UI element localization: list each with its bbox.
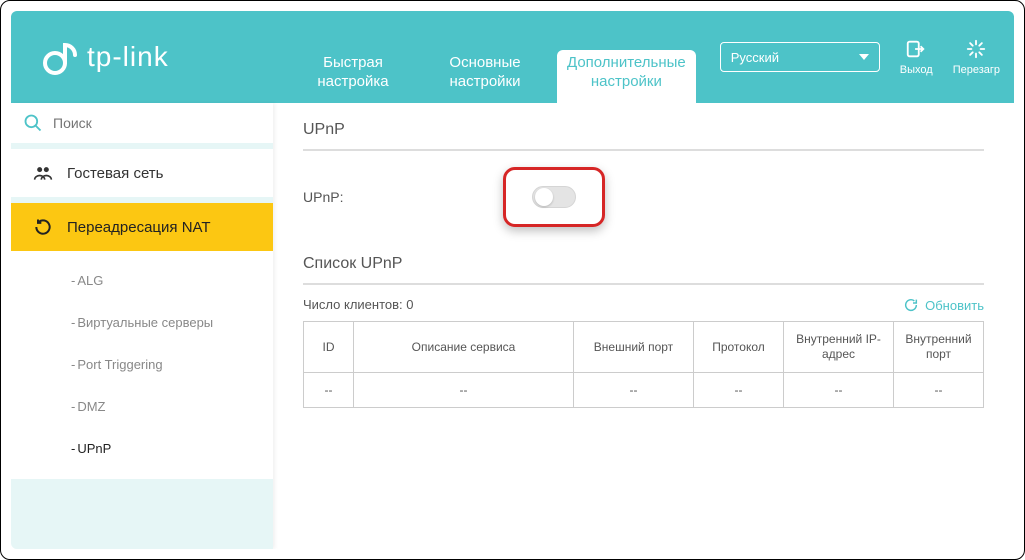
language-select[interactable]: Русский (720, 42, 880, 72)
sidebar-sub-virtual-servers[interactable]: Виртуальные серверы (11, 301, 273, 343)
col-desc: Описание сервиса (354, 322, 574, 373)
sidebar-sub-alg[interactable]: ALG (11, 259, 273, 301)
search-input[interactable] (53, 115, 261, 131)
upnp-table: ID Описание сервиса Внешний порт Протоко… (303, 321, 984, 408)
upnp-toggle-row: UPnP: (303, 167, 984, 227)
col-id: ID (304, 322, 354, 373)
section-title-upnp-list: Список UPnP (303, 255, 984, 285)
cell-empty: -- (784, 373, 894, 408)
toggle-knob (535, 188, 553, 206)
logout-icon (905, 38, 927, 60)
sidebar-item-label: Гостевая сеть (67, 165, 163, 182)
logout-button[interactable]: Выход (900, 38, 933, 76)
toggle-highlight-box (503, 167, 605, 227)
top-tabs: Быстрая настройка Основные настройки Доп… (273, 11, 720, 103)
list-toolbar: Число клиентов: 0 Обновить (303, 297, 984, 313)
reboot-button[interactable]: Перезагр (953, 38, 1000, 76)
upnp-label: UPnP: (303, 189, 503, 205)
sidebar-sub-port-triggering[interactable]: Port Triggering (11, 343, 273, 385)
col-int-port: Внутренний порт (894, 322, 984, 373)
search-box (11, 103, 273, 143)
main-content: UPnP UPnP: Список UPnP Число клиентов: 0… (273, 103, 1014, 549)
sidebar-item-nat-forwarding[interactable]: Переадресация NAT (11, 203, 273, 251)
logo-icon (39, 37, 79, 77)
cell-empty: -- (574, 373, 694, 408)
col-ext-port: Внешний порт (574, 322, 694, 373)
brand-text: tp-link (87, 41, 169, 73)
language-selected: Русский (731, 50, 779, 65)
section-title-upnp: UPnP (303, 121, 984, 151)
refresh-icon (903, 297, 919, 313)
header-right: Русский Выход Перезагр (720, 11, 1014, 103)
sidebar-sublist: ALG Виртуальные серверы Port Triggering … (11, 251, 273, 479)
clients-count: Число клиентов: 0 (303, 297, 414, 313)
tab-quick-setup[interactable]: Быстрая настройка (293, 50, 413, 104)
col-int-ip: Внутренний IP-адрес (784, 322, 894, 373)
cell-empty: -- (894, 373, 984, 408)
brand-logo: tp-link (11, 11, 273, 103)
tab-basic[interactable]: Основные настройки (425, 50, 545, 104)
chevron-down-icon (859, 54, 869, 60)
table-header-row: ID Описание сервиса Внешний порт Протоко… (304, 322, 984, 373)
nat-icon (33, 217, 53, 237)
sidebar: Гостевая сеть Переадресация NAT ALG Вирт… (11, 103, 273, 549)
upnp-toggle[interactable] (532, 186, 576, 208)
table-row-empty: -- -- -- -- -- -- (304, 373, 984, 408)
sidebar-item-label: Переадресация NAT (67, 219, 211, 236)
sidebar-sub-upnp[interactable]: UPnP (11, 427, 273, 469)
cell-empty: -- (694, 373, 784, 408)
col-proto: Протокол (694, 322, 784, 373)
search-icon (23, 113, 43, 133)
cell-empty: -- (304, 373, 354, 408)
top-bar: tp-link Быстрая настройка Основные настр… (11, 11, 1014, 103)
refresh-button[interactable]: Обновить (903, 297, 984, 313)
sidebar-item-guest-network[interactable]: Гостевая сеть (11, 149, 273, 197)
cell-empty: -- (354, 373, 574, 408)
reboot-icon (965, 38, 987, 60)
tab-advanced[interactable]: Дополнительные настройки (557, 50, 696, 104)
sidebar-sub-dmz[interactable]: DMZ (11, 385, 273, 427)
guests-icon (33, 163, 53, 183)
